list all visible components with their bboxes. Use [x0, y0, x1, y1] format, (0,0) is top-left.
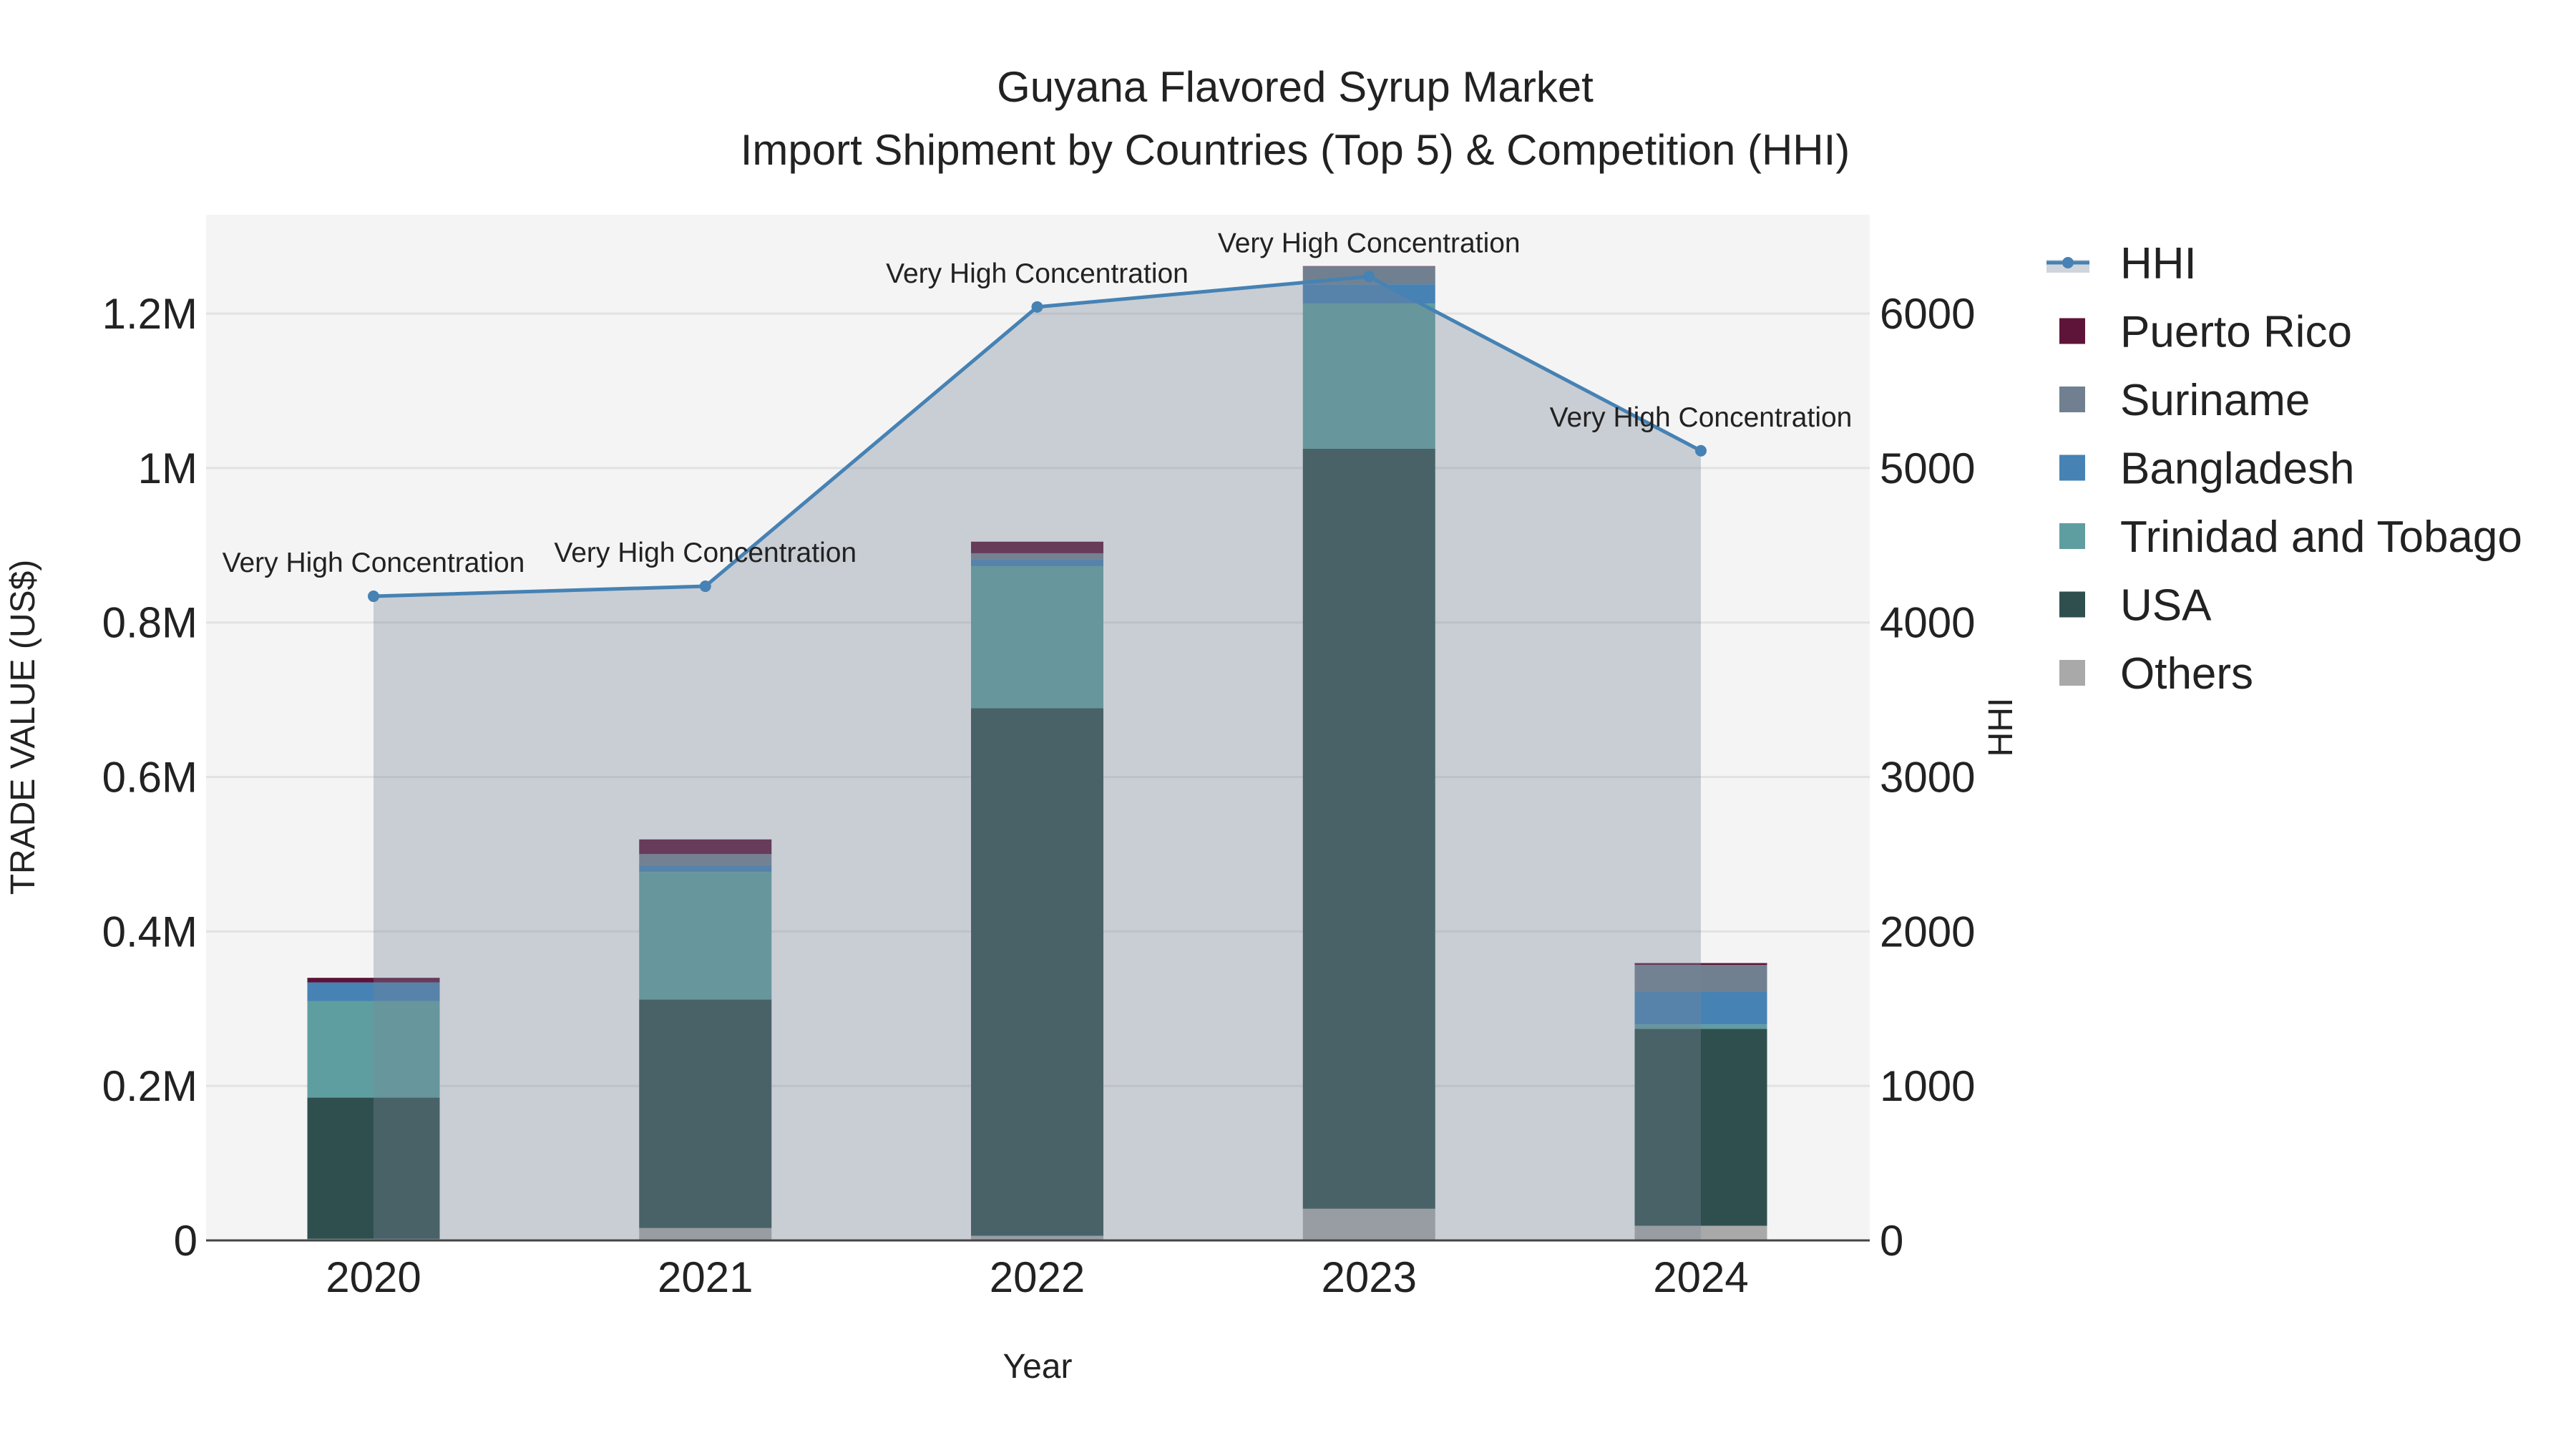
x-tick-label: 2021 [658, 1253, 753, 1301]
x-tick-label: 2022 [990, 1253, 1085, 1301]
y2-tick-label: 4000 [1880, 599, 1975, 647]
hhi-point [699, 580, 711, 593]
y-tick-label: 0.2M [102, 1062, 197, 1110]
x-tick-label: 2020 [326, 1253, 421, 1301]
hhi-point [1363, 271, 1375, 283]
hhi-point [368, 591, 379, 603]
chart-title-line2: Import Shipment by Countries (Top 5) & C… [741, 126, 1850, 174]
y-tick-label: 1M [138, 444, 197, 492]
hhi-annotation: Very High Concentration [1218, 228, 1521, 258]
hhi-point [1695, 444, 1707, 457]
legend-swatch-trinidad-and-tobago [2059, 523, 2085, 549]
y2-tick-label: 1000 [1880, 1062, 1975, 1110]
y2-tick-label: 5000 [1880, 444, 1975, 492]
y2-tick-label: 3000 [1880, 754, 1975, 802]
legend-swatch-puerto-rico [2059, 318, 2085, 344]
y-tick-label: 0.8M [102, 599, 197, 647]
chart: Very High Concentration Very High Concent… [4, 63, 2522, 1386]
legend-label: Trinidad and Tobago [2120, 512, 2522, 562]
y-tick-label: 0.6M [102, 754, 197, 802]
hhi-point [1031, 301, 1043, 313]
y2-tick-label: 0 [1880, 1217, 1903, 1265]
legend-label: HHI [2120, 239, 2197, 288]
y2-tick-label: 6000 [1880, 290, 1975, 338]
legend-swatch-bangladesh [2059, 455, 2085, 481]
y-axis-title: TRADE VALUE (US$) [4, 560, 42, 895]
legend-label: Bangladesh [2120, 444, 2355, 494]
y-tick-label: 0 [174, 1217, 197, 1265]
legend-label: USA [2120, 581, 2212, 631]
y-tick-label: 1.2M [102, 290, 197, 338]
legend-label: Others [2120, 649, 2253, 699]
y-tick-label: 0.4M [102, 908, 197, 956]
legend-label: Suriname [2120, 376, 2310, 425]
y2-tick-label: 2000 [1880, 908, 1975, 956]
legend-label: Puerto Rico [2120, 308, 2352, 357]
x-tick-label: 2024 [1653, 1253, 1748, 1301]
x-axis-title: Year [1003, 1348, 1073, 1386]
legend-swatch-usa [2059, 591, 2085, 618]
chart-title-line1: Guyana Flavored Syrup Market [997, 63, 1594, 111]
y2-axis-title: HHI [1982, 698, 2020, 757]
hhi-annotation: Very High Concentration [223, 548, 525, 578]
hhi-annotation: Very High Concentration [554, 538, 857, 568]
bar-puerto-rico [1302, 266, 1435, 267]
legend-swatch-others [2059, 660, 2085, 686]
hhi-annotation: Very High Concentration [886, 258, 1189, 289]
legend-hhi-marker [2062, 257, 2074, 268]
legend-swatch-suriname [2059, 387, 2085, 412]
x-tick-label: 2023 [1322, 1253, 1417, 1301]
hhi-annotation: Very High Concentration [1550, 402, 1853, 433]
